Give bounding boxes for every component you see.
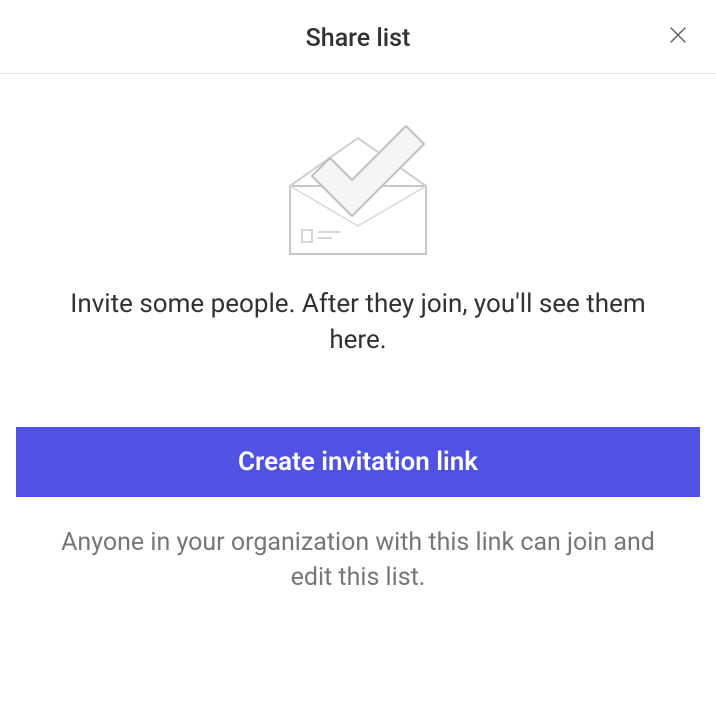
- dialog-header: Share list: [0, 0, 716, 74]
- dialog-title: Share list: [306, 24, 411, 53]
- dialog-content: Invite some people. After they join, you…: [0, 74, 716, 712]
- close-icon: [667, 24, 689, 49]
- create-invitation-link-button[interactable]: Create invitation link: [16, 427, 700, 497]
- share-list-dialog: Share list: [0, 0, 716, 712]
- footer-message: Anyone in your organization with this li…: [38, 525, 678, 595]
- envelope-checkmark-illustration: [268, 118, 448, 258]
- close-button[interactable]: [662, 20, 694, 52]
- invite-message: Invite some people. After they join, you…: [58, 286, 658, 359]
